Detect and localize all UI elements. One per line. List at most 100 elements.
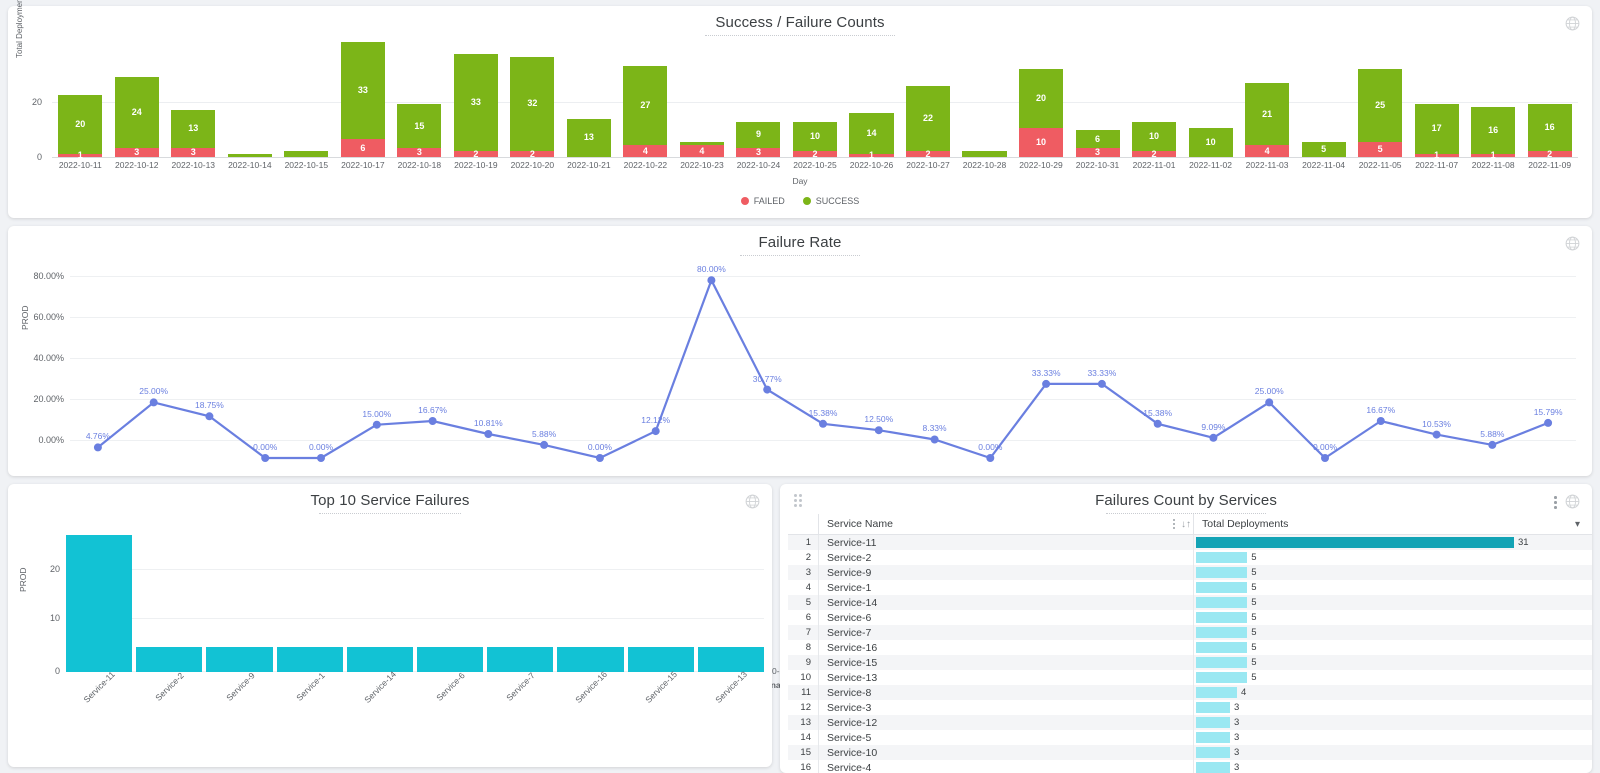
bar-segment-success[interactable]: 9 <box>736 121 781 149</box>
bar-column[interactable]: 17 1 <box>1408 39 1465 160</box>
bar-column[interactable]: 15 3 <box>391 39 448 157</box>
bar[interactable] <box>346 647 414 672</box>
bar-segment-success[interactable]: 20 <box>58 95 103 154</box>
bar-segment-failed[interactable]: 3 <box>397 148 442 157</box>
legend-item-success[interactable]: SUCCESS <box>802 196 859 206</box>
bar-column[interactable] <box>627 520 694 672</box>
bar-segment-failed[interactable]: 4 <box>623 145 668 157</box>
bar-segment-success[interactable]: 10 <box>1132 121 1177 152</box>
bar-column[interactable]: 25 5 <box>1352 39 1409 157</box>
bar-segment-failed[interactable]: 2 <box>792 149 837 158</box>
bar[interactable] <box>276 647 343 672</box>
bar-column[interactable]: 14 1 <box>843 39 900 160</box>
bar-column[interactable] <box>278 39 335 157</box>
bar-segment-failed[interactable]: 3 <box>736 148 781 157</box>
globe-icon[interactable] <box>745 494 760 509</box>
bar-segment-success[interactable]: 15 <box>397 103 442 149</box>
bar-column[interactable]: 13 3 <box>165 39 222 157</box>
bar-segment-failed[interactable]: 2 <box>1527 149 1572 158</box>
bar-column[interactable] <box>66 520 133 672</box>
bar-column[interactable] <box>346 520 414 672</box>
bar-segment-failed[interactable]: 2 <box>453 149 498 158</box>
bar-segment-success[interactable]: 6 <box>1075 130 1120 149</box>
bar-column[interactable]: 93 <box>730 39 787 157</box>
table-row[interactable]: 10 Service-13 5 <box>788 670 1592 685</box>
bar-segment-failed[interactable]: 1 <box>58 151 103 160</box>
bar[interactable] <box>66 534 133 672</box>
bar-segment-failed[interactable]: 10 <box>1018 127 1064 157</box>
bar-segment-failed[interactable]: 2 <box>510 149 555 158</box>
chevron-down-icon[interactable]: ▾ <box>1575 519 1580 530</box>
bar-segment-success[interactable]: 5 <box>1301 142 1346 157</box>
bar-column[interactable] <box>557 520 624 672</box>
bar-segment-success[interactable] <box>227 154 272 157</box>
bar-segment-success[interactable] <box>962 151 1007 157</box>
bar-column[interactable]: 27 4 <box>617 39 674 157</box>
bar-segment-success[interactable]: 10 <box>792 121 837 152</box>
bar-column[interactable]: 10 2 <box>787 39 844 158</box>
bar-segment-success[interactable]: 24 <box>114 77 159 149</box>
bar[interactable] <box>136 647 203 672</box>
table-header-total-deployments[interactable]: Total Deployments ▾ <box>1193 514 1592 534</box>
bar-segment-failed[interactable]: 3 <box>171 148 216 157</box>
bar-segment-failed[interactable]: 3 <box>114 148 159 157</box>
bar-segment-success[interactable]: 27 <box>623 65 668 146</box>
table-row[interactable]: 14 Service-5 3 <box>788 730 1592 745</box>
bar-column[interactable]: 22 2 <box>900 39 957 158</box>
bar-segment-success[interactable]: 33 <box>340 41 385 140</box>
bar-column[interactable] <box>276 520 343 672</box>
table-row[interactable]: 7 Service-7 5 <box>788 625 1592 640</box>
table-row[interactable]: 5 Service-14 5 <box>788 595 1592 610</box>
globe-icon[interactable] <box>1565 236 1580 251</box>
table-row[interactable]: 16 Service-4 3 <box>788 760 1592 773</box>
bar-column[interactable]: 33 6 <box>335 39 392 157</box>
bar-column[interactable] <box>956 39 1013 157</box>
table-row[interactable]: 9 Service-15 5 <box>788 655 1592 670</box>
table-row[interactable]: 13 Service-12 3 <box>788 715 1592 730</box>
bar[interactable] <box>627 647 694 672</box>
table-row[interactable]: 6 Service-6 5 <box>788 610 1592 625</box>
bar-column[interactable]: 10 <box>1182 39 1239 157</box>
bar-column[interactable]: 20 1 <box>52 39 109 160</box>
table-row[interactable]: 2 Service-2 5 <box>788 550 1592 565</box>
bar-column[interactable] <box>222 39 279 157</box>
table-row[interactable]: 8 Service-16 5 <box>788 640 1592 655</box>
bar[interactable] <box>697 647 765 672</box>
table-header-service-name[interactable]: Service Name ↓↑ <box>818 514 1193 534</box>
bar-segment-success[interactable]: 22 <box>905 86 951 152</box>
bar-column[interactable]: 10 2 <box>1126 39 1183 158</box>
bar-segment-success[interactable]: 10 <box>1188 127 1233 157</box>
bar-segment-success[interactable]: 17 <box>1414 103 1459 154</box>
bar-column[interactable]: 32 2 <box>504 39 561 158</box>
bar-column[interactable]: 63 <box>1069 39 1126 157</box>
table-row[interactable]: 15 Service-10 3 <box>788 745 1592 760</box>
table-row[interactable]: 12 Service-3 3 <box>788 700 1592 715</box>
bar-segment-success[interactable]: 14 <box>849 112 894 154</box>
drag-handle-icon[interactable] <box>794 494 806 507</box>
bar-segment-failed[interactable]: 4 <box>679 145 724 157</box>
bar-segment-success[interactable]: 32 <box>510 56 555 152</box>
bar-column[interactable]: 20 10 <box>1013 39 1070 157</box>
bar-segment-failed[interactable]: 5 <box>1358 142 1403 157</box>
table-row[interactable]: 1 Service-11 31 <box>788 535 1592 550</box>
bar-column[interactable]: 16 1 <box>1465 39 1522 160</box>
bar-column[interactable]: 5 <box>1295 39 1352 157</box>
bar-segment-failed[interactable]: 6 <box>340 139 385 157</box>
bar-column[interactable] <box>487 520 554 672</box>
table-row[interactable]: 11 Service-8 4 <box>788 685 1592 700</box>
bar-column[interactable] <box>417 520 484 672</box>
bar[interactable] <box>557 647 624 672</box>
bar-column[interactable]: 16 2 <box>1521 39 1578 158</box>
bar-segment-success[interactable]: 16 <box>1471 106 1516 154</box>
bar-segment-success[interactable]: 16 <box>1527 103 1572 152</box>
bar-segment-failed[interactable]: 2 <box>1132 149 1177 158</box>
bar-column[interactable] <box>206 520 273 672</box>
bar-segment-success[interactable]: 13 <box>566 118 611 157</box>
bar-column[interactable] <box>136 520 203 672</box>
bar-segment-failed[interactable]: 3 <box>1075 148 1120 157</box>
bar-segment-failed[interactable]: 1 <box>1414 151 1459 160</box>
bar-column[interactable]: 24 3 <box>109 39 166 157</box>
table-row[interactable]: 4 Service-1 5 <box>788 580 1592 595</box>
column-menu-icon[interactable] <box>1173 519 1175 529</box>
bar-segment-success[interactable] <box>284 151 329 157</box>
